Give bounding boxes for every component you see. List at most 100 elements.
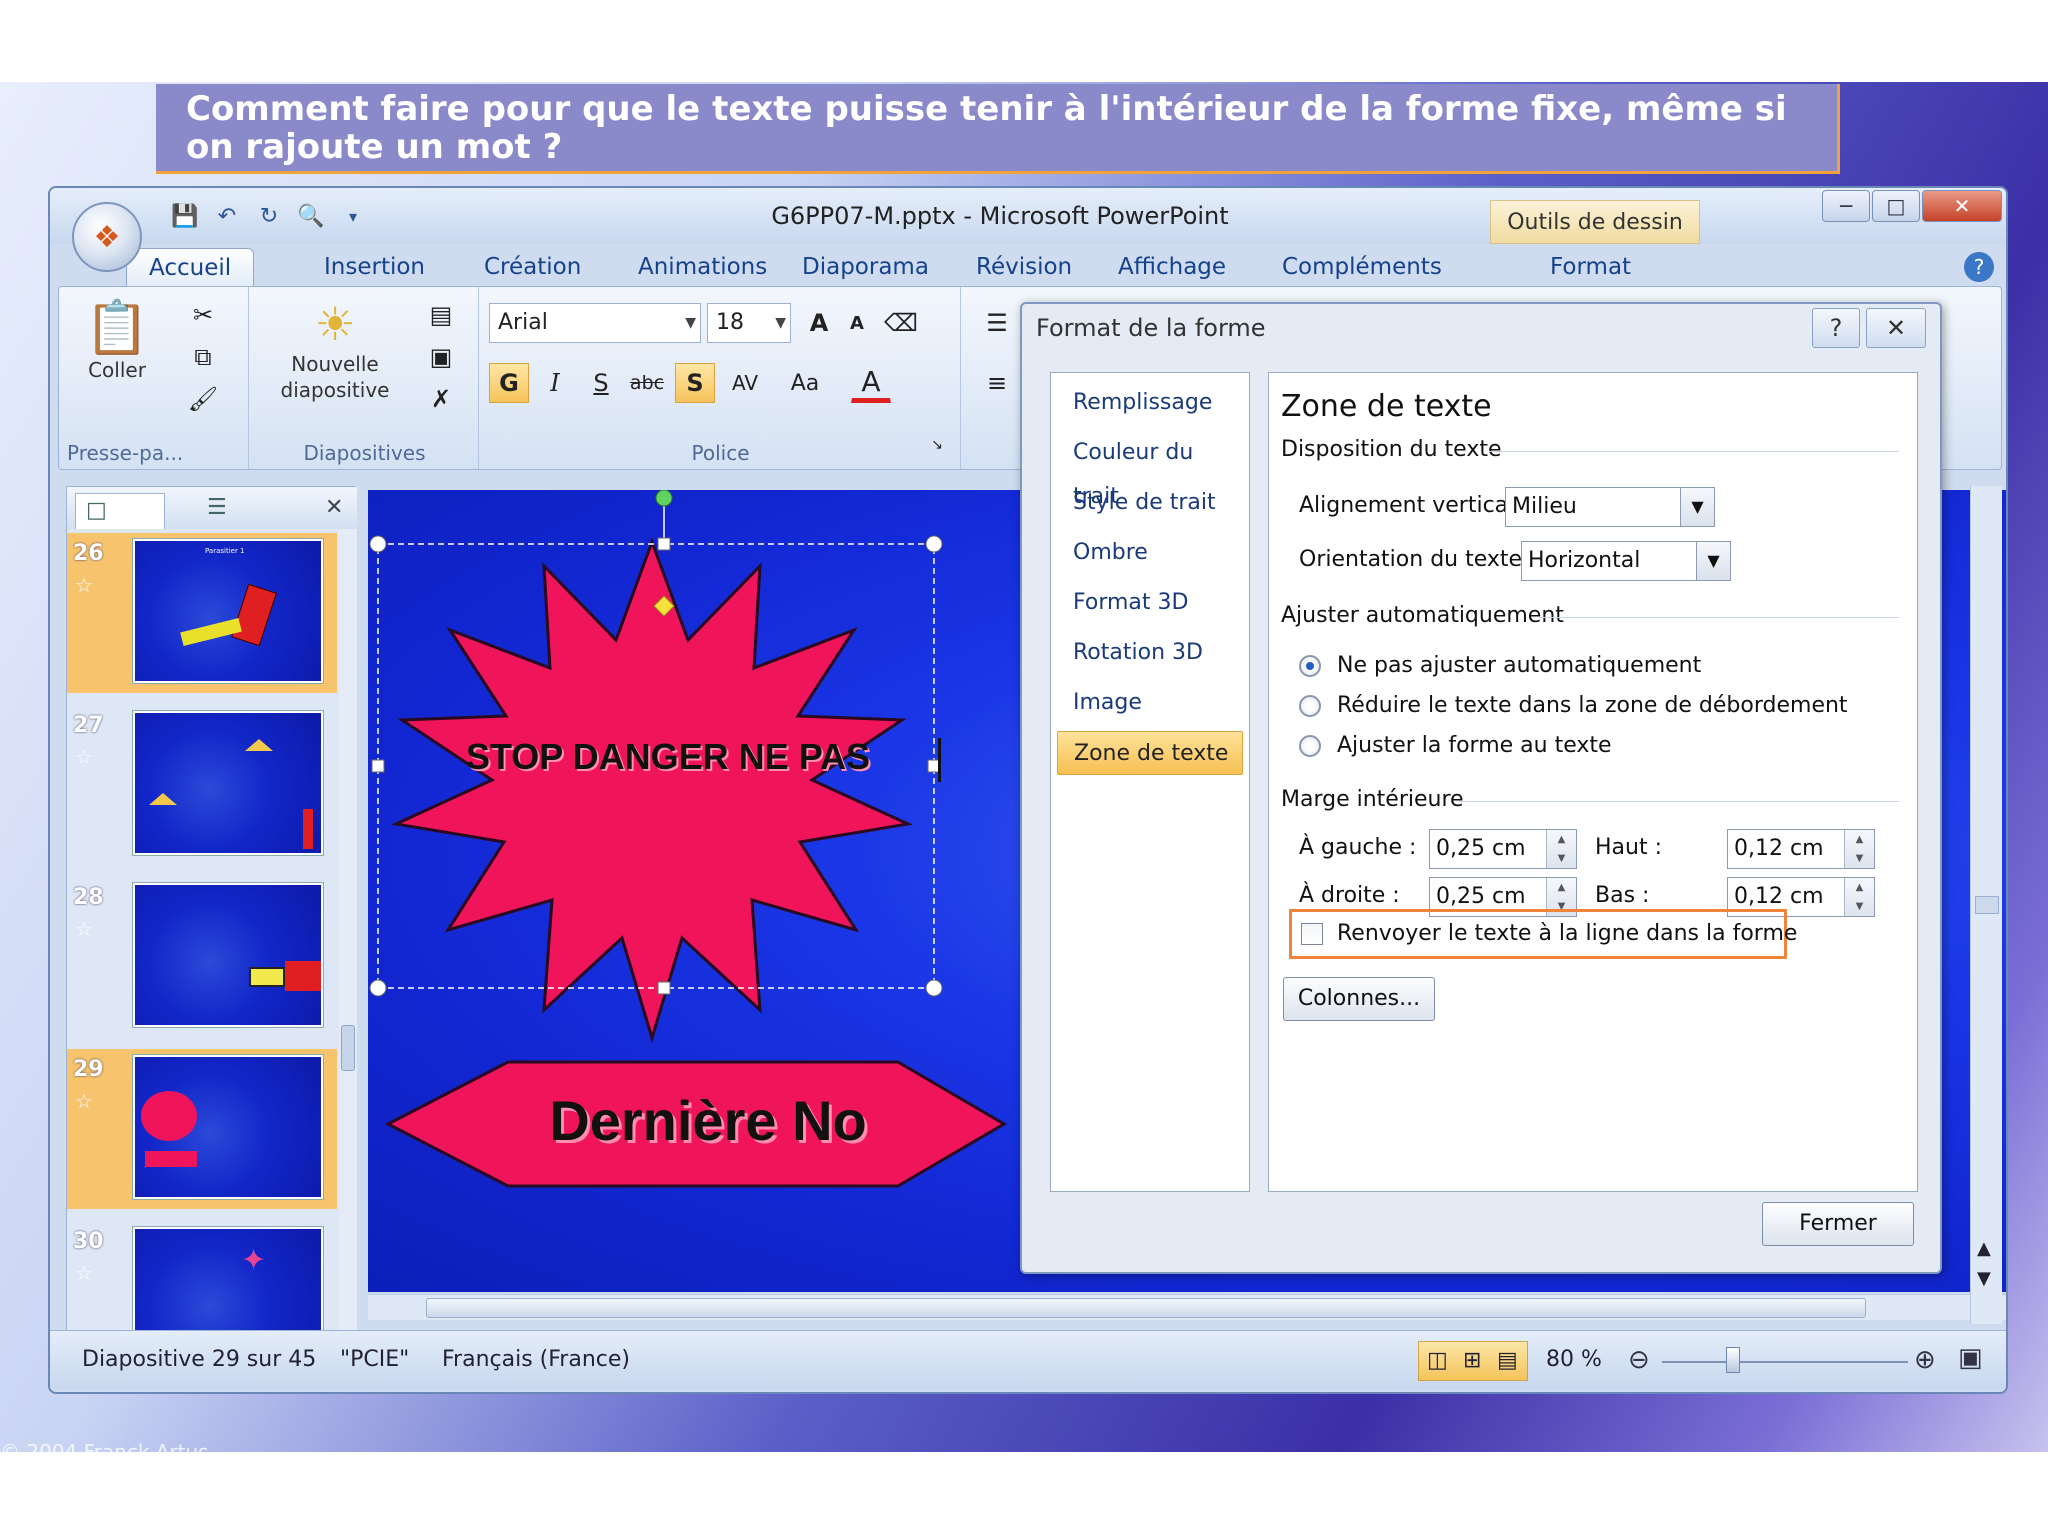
spinner-arrows-icon[interactable]: ▲ ▼ (1546, 830, 1576, 868)
new-slide-button[interactable]: ☀ Nouvelle diapositive (257, 297, 413, 423)
wrap-text-label[interactable]: Renvoyer le texte à la ligne dans la for… (1337, 921, 1797, 946)
thumbnail-row[interactable]: 28 ☆ (67, 877, 337, 1037)
top-margin-input[interactable]: 0,12 cm ▲ ▼ (1727, 829, 1875, 869)
outline-tab[interactable]: ☰ (171, 493, 271, 529)
tab-complements[interactable]: Compléments (1260, 248, 1464, 286)
slides-pane-scrollbar[interactable] (339, 529, 357, 1333)
print-preview-icon[interactable]: 🔍 (296, 201, 326, 231)
zoom-level[interactable]: 80 % (1546, 1347, 1602, 1372)
italic-button[interactable]: I (535, 363, 575, 403)
reset-slide-icon[interactable]: ▣ (421, 337, 461, 377)
scroll-thumb[interactable] (426, 1298, 1866, 1318)
nav-ombre[interactable]: Ombre (1057, 531, 1243, 575)
spinner-arrows-icon[interactable]: ▲ ▼ (1844, 878, 1874, 916)
previous-slide-icon[interactable]: ▲ (1977, 1238, 1991, 1259)
nav-rotation-3d[interactable]: Rotation 3D (1057, 631, 1243, 675)
scroll-thumb[interactable] (341, 1025, 355, 1071)
format-painter-icon[interactable]: 🖌 (183, 379, 223, 419)
rotation-handle[interactable] (655, 490, 673, 507)
shadow-button[interactable]: S (675, 363, 715, 403)
office-button[interactable]: ❖ (72, 202, 142, 272)
resize-handle[interactable] (925, 535, 943, 553)
tab-affichage[interactable]: Affichage (1096, 248, 1248, 286)
zoom-in-icon[interactable]: ⊕ (1914, 1345, 1936, 1375)
zoom-slider-track[interactable] (1662, 1361, 1908, 1363)
hexagon-text[interactable]: Dernière No (428, 1088, 988, 1153)
thumbnail-row[interactable]: 30 ☆ ✦ (67, 1221, 337, 1333)
align-left-icon[interactable]: ≡ (977, 363, 1017, 403)
resize-handle[interactable] (925, 979, 943, 997)
resize-handle[interactable] (657, 981, 671, 995)
nav-image[interactable]: Image (1057, 681, 1243, 725)
autofit-resize-radio[interactable] (1299, 735, 1321, 757)
delete-slide-icon[interactable]: ✗ (421, 379, 461, 419)
zoom-slider-thumb[interactable] (1726, 1347, 1740, 1373)
scroll-thumb[interactable] (1975, 896, 1999, 914)
tab-revision[interactable]: Révision (954, 248, 1094, 286)
shrink-font-button[interactable]: A (837, 303, 877, 343)
bullets-icon[interactable]: ☰ (977, 303, 1017, 343)
nav-couleur-du-trait[interactable]: Couleur du trait (1057, 431, 1243, 509)
layout-icon[interactable]: ▤ (421, 295, 461, 335)
nav-remplissage[interactable]: Remplissage (1057, 381, 1243, 425)
save-icon[interactable]: 💾 (170, 201, 200, 231)
resize-handle[interactable] (369, 535, 387, 553)
resize-handle[interactable] (369, 979, 387, 997)
bold-button[interactable]: G (489, 363, 529, 403)
slides-tab[interactable]: □ (75, 493, 165, 529)
zoom-out-icon[interactable]: ⊖ (1628, 1345, 1650, 1375)
clear-format-icon[interactable]: ⌫ (881, 303, 921, 343)
char-spacing-button[interactable]: AV (725, 363, 765, 403)
language-indicator[interactable]: Français (France) (442, 1347, 630, 1372)
nav-style-de-trait[interactable]: Style de trait (1057, 481, 1243, 525)
autofit-none-radio[interactable] (1299, 655, 1321, 677)
resize-handle[interactable] (371, 759, 385, 773)
autofit-none-label[interactable]: Ne pas ajuster automatiquement (1337, 653, 1701, 678)
font-family-combo[interactable]: Arial ▼ (489, 303, 701, 343)
close-pane-icon[interactable]: ✕ (325, 495, 343, 520)
dialog-help-button[interactable]: ? (1812, 308, 1860, 348)
nav-format-3d[interactable]: Format 3D (1057, 581, 1243, 625)
tab-animations[interactable]: Animations (616, 248, 789, 286)
next-slide-icon[interactable]: ▼ (1977, 1268, 1991, 1289)
minimize-button[interactable]: ─ (1822, 190, 1870, 222)
resize-handle[interactable] (657, 537, 671, 551)
tab-format[interactable]: Format (1528, 248, 1653, 286)
paste-button[interactable]: 📋 Coller (77, 297, 157, 407)
strikethrough-button[interactable]: abc (627, 363, 667, 403)
undo-icon[interactable]: ↶ (212, 201, 242, 231)
thumbnail-row-selected[interactable]: 29 ☆ (67, 1049, 337, 1209)
autofit-shrink-radio[interactable] (1299, 695, 1321, 717)
customize-qat-icon[interactable]: ▾ (338, 201, 368, 231)
change-case-button[interactable]: Aa (785, 363, 825, 403)
vertical-align-select[interactable]: Milieu ▼ (1505, 487, 1715, 527)
fit-slide-icon[interactable]: ▣ (1958, 1343, 1983, 1373)
spinner-arrows-icon[interactable]: ▲ ▼ (1844, 830, 1874, 868)
maximize-button[interactable]: □ (1872, 190, 1920, 222)
thumbnail-row[interactable]: 27 ☆ (67, 705, 337, 865)
font-size-combo[interactable]: 18 ▼ (707, 303, 791, 343)
thumbnail-row[interactable]: 26 ☆ Parasitier 1 (67, 533, 337, 693)
normal-view-icon[interactable]: ◫ (1427, 1348, 1448, 1373)
tab-diaporama[interactable]: Diaporama (780, 248, 951, 286)
orientation-select[interactable]: Horizontal ▼ (1521, 541, 1731, 581)
tab-insertion[interactable]: Insertion (302, 248, 447, 286)
dialog-launcher-icon[interactable]: ↘ (925, 433, 949, 457)
close-dialog-button[interactable]: Fermer (1762, 1202, 1914, 1246)
redo-icon[interactable]: ↻ (254, 201, 284, 231)
tab-creation[interactable]: Création (462, 248, 603, 286)
copy-icon[interactable]: ⧉ (183, 337, 223, 377)
underline-button[interactable]: S (581, 363, 621, 403)
columns-button[interactable]: Colonnes... (1283, 977, 1435, 1021)
starburst-shape[interactable] (390, 537, 914, 1044)
vertical-scrollbar[interactable]: ▲ ▼ (1970, 486, 2002, 1324)
wrap-text-checkbox[interactable] (1301, 923, 1323, 945)
horizontal-scrollbar[interactable] (368, 1294, 2006, 1320)
starburst-text[interactable]: STOP DANGER NE PAS (408, 736, 928, 778)
nav-zone-de-texte[interactable]: Zone de texte (1057, 731, 1243, 775)
tab-accueil[interactable]: Accueil (126, 248, 255, 286)
close-window-button[interactable]: ✕ (1922, 190, 2002, 222)
sorter-view-icon[interactable]: ⊞ (1463, 1348, 1481, 1373)
grow-font-button[interactable]: A (799, 303, 839, 343)
help-icon[interactable]: ? (1964, 252, 1994, 282)
